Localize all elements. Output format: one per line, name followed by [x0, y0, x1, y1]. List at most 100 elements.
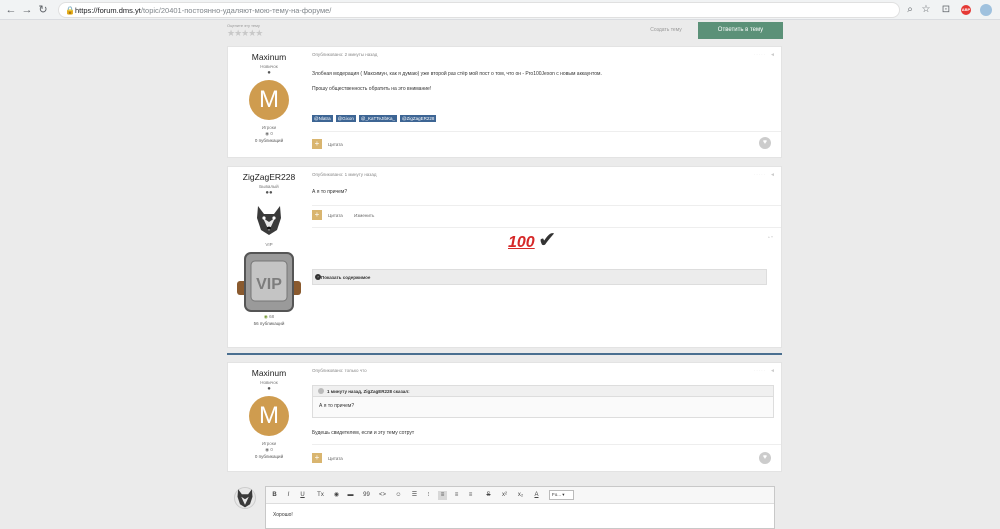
post-text-line: Прошу общественность обратить на это вни… [312, 86, 432, 92]
remove-format-button[interactable]: Tx [316, 491, 325, 500]
current-user-avatar [234, 487, 256, 509]
text-color-button[interactable]: A [532, 491, 541, 500]
extension-icon[interactable]: ⊡ [939, 3, 953, 17]
quote-link[interactable]: Цитата [328, 456, 343, 461]
signature-toggle[interactable]: ▴ ▾ [768, 234, 773, 239]
post: Maxinum Новичок ● M Игроки ◉ 0 0 публика… [227, 362, 782, 472]
post-author-panel: ZigZagER228 Бывалый ●● VIP VIP ◉ 68 56 п… [228, 167, 310, 347]
author-rank: Новичок [260, 64, 278, 69]
vip-badge-icon: VIP [237, 252, 301, 312]
post-text-line: Злобная модерация ( Максимун, как я дума… [312, 71, 602, 77]
divider [312, 205, 781, 206]
share-icon[interactable]: ◄ [770, 172, 775, 178]
editor-content[interactable]: Хорошо! [273, 512, 293, 518]
subscript-button[interactable]: x₂ [516, 491, 525, 500]
post-content: Опубликовано: только что · · · · · ◄ 1 м… [312, 363, 781, 471]
heart-icon[interactable]: ♥ [759, 452, 771, 464]
author-name[interactable]: Maxinum [228, 368, 310, 378]
profile-avatar[interactable] [980, 4, 992, 16]
avatar[interactable]: M [249, 396, 289, 436]
divider [312, 131, 781, 132]
share-icon[interactable]: ◄ [770, 52, 775, 58]
link-button[interactable]: ◉ [332, 491, 341, 500]
italic-button[interactable]: I [284, 491, 293, 500]
author-name[interactable]: Maxinum [228, 52, 310, 62]
quote-button[interactable]: 99 [362, 491, 371, 500]
reply-topic-button[interactable]: Ответить в тему [698, 22, 783, 39]
multiquote-button[interactable]: + [312, 453, 322, 463]
reputation-icon: ◉ [265, 447, 270, 452]
avatar[interactable] [254, 204, 284, 236]
report-link[interactable]: · · · · · [754, 52, 765, 57]
align-right-button[interactable]: ≡ [466, 491, 475, 500]
unlink-button[interactable]: ▬ [346, 491, 355, 500]
mentions: @Nlatra @Gixon @_KaTTeJIbKa_ @ZigZagER228 [312, 115, 439, 122]
create-topic-button[interactable]: Создать тему [641, 25, 691, 36]
post-author-panel: Maxinum Новичок ● M Игроки ◉ 0 0 публика… [228, 47, 310, 157]
svg-text:VIP: VIP [256, 276, 282, 293]
reply-editor[interactable]: B I U Tx ◉ ▬ 99 <> ☺ ☰ ⁝ ≡ ≡ ≡ S x² x₂ A… [265, 486, 775, 529]
report-link[interactable]: · · · · · [754, 172, 765, 177]
share-icon[interactable]: ◄ [770, 368, 775, 374]
hundred-points-icon: 100 [508, 234, 535, 251]
posts-count: 0 публикаций [254, 138, 284, 143]
browser-toolbar: ← → ↻ 🔒 https://forum.dms.yt/topic/20401… [0, 0, 1000, 20]
reputation-value: 68 [269, 314, 275, 319]
quote-text: А я то причем? [319, 403, 355, 409]
quote-author-avatar [318, 388, 324, 394]
quote-citation[interactable]: 1 минуту назад, ZigZagER228 сказал: [327, 389, 410, 394]
heart-icon[interactable]: ♥ [759, 137, 771, 149]
mention-tag[interactable]: @Nlatra [312, 115, 333, 122]
address-bar[interactable]: 🔒 https://forum.dms.yt/topic/20401-посто… [58, 2, 900, 18]
report-link[interactable]: · · · · · [754, 368, 765, 373]
mention-tag[interactable]: @Gixon [335, 115, 356, 122]
reputation: ◉ 68 [228, 314, 310, 320]
align-center-button[interactable]: ≡ [452, 491, 461, 500]
lock-icon: 🔒 [65, 6, 75, 15]
rank-pip: ● [267, 386, 271, 392]
edit-link[interactable]: Изменить [354, 213, 374, 218]
numbered-list-button[interactable]: ⁝ [424, 491, 433, 500]
post-date[interactable]: Опубликовано: только что [312, 368, 367, 373]
bold-button[interactable]: B [270, 491, 279, 500]
avatar[interactable]: M [249, 80, 289, 120]
adblock-icon[interactable]: ABP [961, 5, 971, 15]
rating-stars[interactable]: ★★★★★ [227, 28, 263, 39]
format-dropdown[interactable]: Fo... ▾ [549, 490, 574, 500]
quote-link[interactable]: Цитата [328, 142, 343, 147]
bullet-list-button[interactable]: ☰ [410, 491, 419, 500]
posts-count: 56 публикаций [253, 321, 285, 326]
spoiler-toggle[interactable]: › Показать содержимое [312, 269, 767, 285]
rank-pip: ● [267, 70, 271, 76]
reputation-icon: ◉ [265, 131, 270, 136]
underline-button[interactable]: U [298, 491, 307, 500]
forward-icon[interactable]: → [20, 3, 34, 17]
post-date[interactable]: Опубликовано: 1 минуту назад [312, 172, 376, 177]
url-text: https://forum.dms.yt/topic/20401-постоян… [75, 6, 332, 15]
author-rank: Новичок [260, 380, 278, 385]
quote-block: 1 минуту назад, ZigZagER228 сказал: А я … [312, 385, 774, 418]
multiquote-button[interactable]: + [312, 210, 322, 220]
multiquote-button[interactable]: + [312, 139, 322, 149]
zoom-icon[interactable]: ⌕ [903, 3, 917, 17]
align-left-button[interactable]: ≡ [438, 491, 447, 500]
strikethrough-button[interactable]: S [484, 491, 493, 500]
mention-tag[interactable]: @ZigZagER228 [400, 115, 437, 122]
reputation-value: 0 [270, 131, 273, 136]
reload-icon[interactable]: ↻ [36, 3, 50, 17]
back-icon[interactable]: ← [4, 3, 18, 17]
mention-tag[interactable]: @_KaTTeJIbKa_ [358, 115, 397, 122]
post-content: Опубликовано: 2 минуты назад · · · · · ◄… [312, 47, 781, 157]
code-button[interactable]: <> [378, 491, 387, 500]
bookmark-star-icon[interactable]: ☆ [919, 3, 933, 17]
wolf-avatar-icon [257, 206, 281, 235]
superscript-button[interactable]: x² [500, 491, 509, 500]
author-name[interactable]: ZigZagER228 [228, 172, 310, 182]
editor-toolbar: B I U Tx ◉ ▬ 99 <> ☺ ☰ ⁝ ≡ ≡ ≡ S x² x₂ A… [266, 487, 774, 504]
vip-badge: VIP [235, 251, 303, 313]
author-group: Игроки [261, 125, 277, 130]
post-date[interactable]: Опубликовано: 2 минуты назад [312, 52, 377, 57]
quote-link[interactable]: Цитата [328, 213, 343, 218]
reputation: ◉ 0 [228, 447, 310, 453]
emoji-button[interactable]: ☺ [394, 491, 403, 500]
